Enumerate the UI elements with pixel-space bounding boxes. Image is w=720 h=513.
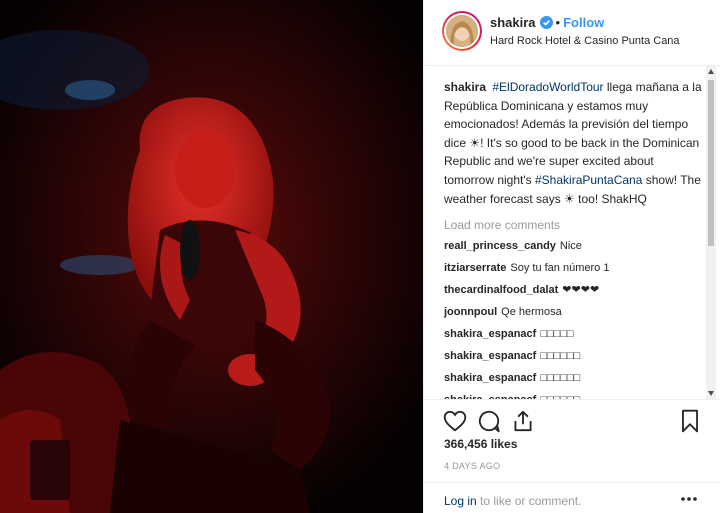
hashtag-link[interactable]: #ElDoradoWorldTour (492, 80, 603, 94)
comment-text: Nice (559, 240, 582, 253)
list-item: joonnpoul Qe hermosa (444, 305, 702, 320)
verified-badge-icon (539, 16, 553, 29)
like-count[interactable]: 366,456 likes (444, 437, 517, 451)
list-item: shakira_espanacf □□□□□ (444, 327, 702, 342)
comments-list[interactable]: shakira #ElDoradoWorldTour llega mañana … (424, 66, 720, 399)
comment-username[interactable]: shakira_espanacf (444, 372, 536, 384)
header-username[interactable]: shakira (490, 15, 536, 30)
bookmark-icon[interactable] (677, 408, 703, 434)
comment-username[interactable]: shakira_espanacf (444, 350, 536, 362)
list-item: shakira_espanacf □□□□□□ (444, 371, 702, 386)
comment-text: Soy tu fan número 1 (510, 262, 610, 275)
scroll-down-icon[interactable] (708, 391, 714, 396)
concert-photo-image (0, 0, 423, 513)
login-link[interactable]: Log in (444, 494, 477, 508)
comment-username[interactable]: joonnpoul (444, 306, 497, 318)
comment-text: □□□□□□ (540, 372, 581, 385)
scroll-up-icon[interactable] (708, 69, 714, 74)
login-prompt: Log in to like or comment. (444, 494, 581, 508)
list-item: thecardinalfood_dalat ❤❤❤❤ (444, 283, 702, 298)
comment-username[interactable]: reall_princess_candy (444, 240, 556, 252)
scrollbar-thumb[interactable] (708, 80, 714, 246)
list-item: shakira_espanacf □□□□□□ (444, 349, 702, 364)
post-footer: Log in to like or comment. (424, 482, 720, 513)
comment-icon[interactable] (476, 408, 502, 434)
heart-icon[interactable] (442, 408, 468, 434)
caption-text: llega mañana a la República Dominicana y… (444, 80, 702, 187)
post-photo[interactable] (0, 0, 423, 513)
more-options-icon[interactable] (679, 493, 699, 505)
post-timestamp[interactable]: 4 DAYS AGO (444, 461, 500, 471)
list-item: reall_princess_candy Nice (444, 239, 702, 254)
profile-picture-icon (446, 15, 478, 47)
comment-text: □□□□□ (540, 328, 574, 341)
comment-text: □□□□□□ (540, 350, 581, 363)
comment-username[interactable]: thecardinalfood_dalat (444, 284, 558, 296)
comment-username[interactable]: itziarserrate (444, 262, 506, 274)
comment-text: ❤❤❤❤ (562, 284, 600, 297)
follow-button[interactable]: Follow (563, 15, 604, 30)
comment-username[interactable]: shakira_espanacf (444, 328, 536, 340)
caption-username[interactable]: shakira (444, 80, 486, 94)
comments-scrollbar[interactable] (706, 66, 716, 399)
comment-text: Qe hermosa (501, 306, 562, 319)
share-icon[interactable] (510, 408, 536, 434)
list-item: itziarserrate Soy tu fan número 1 (444, 261, 702, 276)
post-details-panel: shakira • Follow Hard Rock Hotel & Casino … (423, 0, 720, 513)
post-caption: shakira #ElDoradoWorldTour llega mañana … (444, 78, 702, 208)
avatar[interactable] (442, 11, 482, 51)
load-more-comments-button[interactable]: Load more comments (444, 218, 702, 232)
post-header: shakira • Follow Hard Rock Hotel & Casino … (424, 0, 720, 66)
hashtag-link[interactable]: #ShakiraPuntaCana (535, 173, 642, 187)
separator-dot: • (555, 15, 561, 30)
login-prompt-text: to like or comment. (476, 494, 582, 508)
location-link[interactable]: Hard Rock Hotel & Casino Punta Cana (490, 35, 680, 47)
